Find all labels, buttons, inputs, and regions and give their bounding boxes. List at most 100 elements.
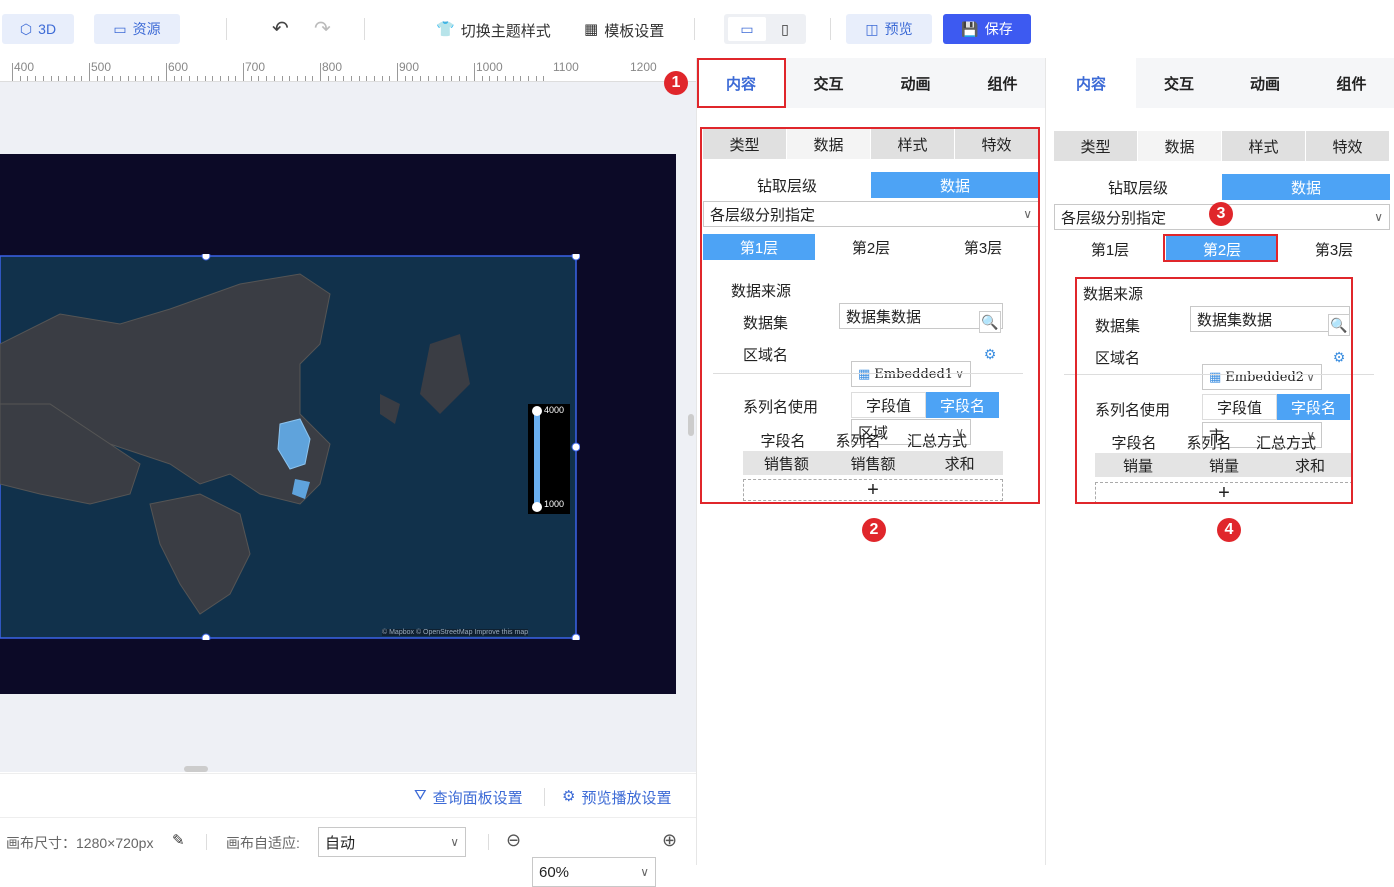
- ruler-tick: [258, 76, 260, 81]
- gear-icon: ⚙: [562, 788, 576, 805]
- tab-animation[interactable]: 动画: [872, 58, 959, 108]
- ruler-tick: [458, 76, 460, 81]
- map-attribution[interactable]: © Mapbox © OpenStreetMap Improve this ma…: [382, 629, 529, 636]
- resource-button[interactable]: ▭ 资源: [94, 14, 180, 44]
- preview-play-button[interactable]: ⚙ 预览播放设置: [562, 787, 671, 808]
- tab-interaction[interactable]: 交互: [1136, 58, 1222, 108]
- undo-icon[interactable]: ↶: [272, 16, 289, 41]
- ruler-tick: [50, 76, 52, 81]
- ruler-tick: [12, 63, 13, 81]
- level-3-tab[interactable]: 第3层: [1278, 236, 1390, 262]
- save-label: 保存: [984, 21, 1013, 37]
- level-1-tab[interactable]: 第1层: [1054, 236, 1166, 262]
- canvas-resize-handle[interactable]: [184, 766, 208, 772]
- ruler-tick: [266, 76, 268, 81]
- ruler-tick: [343, 76, 345, 81]
- ruler-tick: [412, 76, 414, 81]
- ruler-tick: [420, 76, 422, 81]
- ruler-tick: [204, 76, 206, 81]
- divider: [226, 18, 227, 40]
- template-settings-button[interactable]: ▦ 模板设置: [584, 20, 664, 41]
- ruler-tick: [320, 63, 321, 81]
- canvas-footer: ⛛ 查询面板设置 ⚙ 预览播放设置: [0, 773, 696, 817]
- tab-component[interactable]: 组件: [1308, 58, 1394, 108]
- ruler-tick: [243, 63, 244, 81]
- switch-theme-button[interactable]: 👕 切换主题样式: [436, 20, 551, 41]
- ruler-tick: [273, 76, 275, 81]
- ruler-tick: [535, 76, 537, 81]
- tab-animation[interactable]: 动画: [1222, 58, 1308, 108]
- ruler-tick: [450, 76, 452, 81]
- tab-interaction[interactable]: 交互: [785, 58, 872, 108]
- ruler-tick: [96, 76, 98, 81]
- zoom-out-icon[interactable]: ⊖: [506, 830, 521, 851]
- preview-button[interactable]: ◫ 预览: [846, 14, 932, 44]
- query-panel-button[interactable]: ⛛ 查询面板设置: [414, 787, 523, 808]
- subtab-data[interactable]: 数据: [1138, 131, 1222, 161]
- ruler-tick: [543, 76, 545, 81]
- preview-play-label: 预览播放设置: [581, 790, 672, 807]
- canvas-settings-bar: 画布尺寸：1280×720px ✎ 画布自适应: 自动 ∨ ⊖ 60% ∨ ⊕: [0, 817, 696, 887]
- subtab-type[interactable]: 类型: [1054, 131, 1138, 161]
- ruler-tick: [19, 76, 21, 81]
- mobile-icon[interactable]: ▯: [770, 17, 800, 41]
- preview-icon: ◫: [865, 20, 879, 37]
- ruler-tick: [443, 76, 445, 81]
- archive-icon: ▭: [113, 20, 127, 37]
- ruler-tick: [65, 76, 67, 81]
- ruler-tick: [281, 76, 283, 81]
- ruler-label: 1000: [476, 60, 503, 74]
- redo-icon[interactable]: ↷: [314, 16, 331, 41]
- ruler-tick: [181, 76, 183, 81]
- canvas-fit-select[interactable]: 自动 ∨: [318, 827, 466, 857]
- desktop-icon[interactable]: ▭: [728, 17, 766, 41]
- toolbar: ⬡ 3D ▭ 资源 ↶ ↷ 👕 切换主题样式 ▦ 模板设置 ▭ ▯ ◫ 预览 💾 保存: [0, 0, 1045, 58]
- subtab-effect[interactable]: 特效: [1306, 131, 1390, 161]
- annotation-badge-2: 2: [862, 518, 886, 542]
- canvas-fit-label: 画布自适应:: [226, 835, 300, 851]
- legend-min: 1000: [544, 499, 565, 509]
- ruler-tick: [489, 76, 491, 81]
- save-button[interactable]: 💾 保存: [943, 14, 1031, 44]
- resource-label: 资源: [132, 21, 161, 37]
- ruler-label: 600: [168, 60, 189, 74]
- ruler-label: 400: [14, 60, 35, 74]
- ruler-tick: [312, 76, 314, 81]
- edit-icon[interactable]: ✎: [172, 831, 185, 849]
- ruler-tick: [150, 76, 152, 81]
- ruler-tick: [358, 76, 360, 81]
- ruler-tick: [127, 76, 129, 81]
- ruler-tick: [327, 76, 329, 81]
- ruler-tick: [58, 76, 60, 81]
- ruler-label: 500: [91, 60, 112, 74]
- subtab-style[interactable]: 样式: [1222, 131, 1306, 161]
- ruler-tick: [350, 76, 352, 81]
- legend-max: 4000: [544, 405, 565, 415]
- drill-level-option[interactable]: 钻取层级: [1054, 174, 1222, 200]
- ruler-tick: [373, 76, 375, 81]
- ruler-tick: [466, 76, 468, 81]
- ruler-tick: [112, 76, 114, 81]
- ruler-tick: [296, 76, 298, 81]
- level-mode-value: 各层级分别指定: [1061, 209, 1167, 227]
- map-widget[interactable]: [0, 254, 580, 640]
- ruler-label: 700: [245, 60, 266, 74]
- 3d-button[interactable]: ⬡ 3D: [2, 14, 74, 44]
- data-option[interactable]: 数据: [1222, 174, 1390, 200]
- panel-resize-handle[interactable]: [688, 414, 694, 436]
- zoom-in-icon[interactable]: ⊕: [662, 830, 677, 851]
- canvas-fit-value: 自动: [325, 834, 356, 852]
- annotation-box-3: [1163, 234, 1278, 262]
- zoom-select[interactable]: 60% ∨: [532, 857, 656, 887]
- save-icon: 💾: [961, 20, 979, 37]
- annotation-box-1: [697, 58, 786, 108]
- ruler-tick: [435, 76, 437, 81]
- tab-content[interactable]: 内容: [1046, 58, 1136, 108]
- ruler-tick: [474, 63, 475, 81]
- ruler-tick: [427, 76, 429, 81]
- panel-tabs: 内容 交互 动画 组件: [1046, 58, 1394, 108]
- dashboard-canvas[interactable]: 4000 1000 © Mapbox © OpenStreetMap Impro…: [0, 154, 676, 694]
- tab-component[interactable]: 组件: [959, 58, 1046, 108]
- ruler-tick: [381, 76, 383, 81]
- chevron-down-icon: ∨: [640, 865, 649, 879]
